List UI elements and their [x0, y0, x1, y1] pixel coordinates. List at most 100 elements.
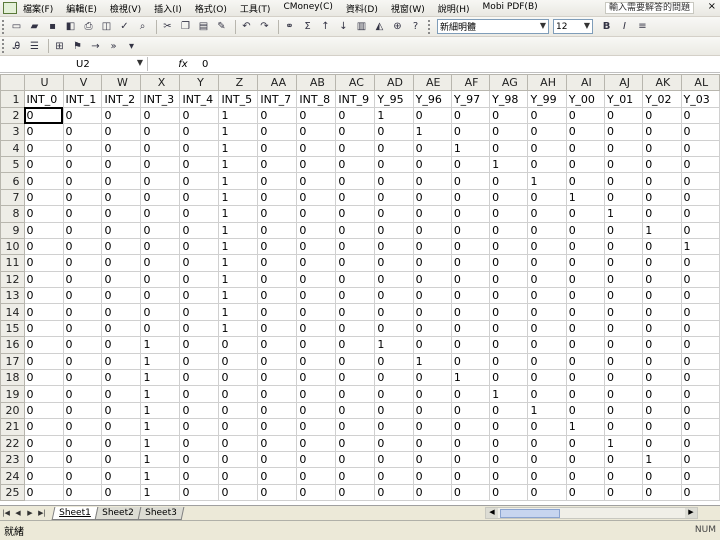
grid-cell[interactable]: 0: [179, 188, 220, 207]
grid-cell[interactable]: 0: [527, 270, 567, 289]
font-size-select[interactable]: 12 ▼: [553, 19, 593, 34]
grid-cell[interactable]: 0: [412, 205, 452, 223]
grid-cell[interactable]: 0: [374, 123, 414, 141]
print-icon[interactable]: ⎙: [81, 19, 96, 34]
grid-cell[interactable]: 0: [642, 434, 682, 452]
grid-cell[interactable]: 0: [23, 352, 64, 371]
grid-cell[interactable]: 0: [603, 237, 644, 256]
grid-cell[interactable]: 0: [412, 221, 452, 239]
grid-cell[interactable]: 0: [140, 123, 181, 141]
grid-cell[interactable]: 0: [140, 254, 181, 272]
sheet-tab[interactable]: Sheet2: [94, 506, 141, 520]
grid-cell[interactable]: 0: [62, 385, 103, 403]
grid-cell[interactable]: 0: [257, 336, 298, 354]
grid-cell[interactable]: 0: [23, 434, 64, 452]
grid-cell[interactable]: 1: [218, 254, 259, 272]
grid-cell[interactable]: 1: [565, 418, 605, 436]
grid-cell[interactable]: 0: [374, 188, 414, 207]
grid-cell[interactable]: 0: [527, 352, 567, 371]
zoom-icon[interactable]: ⊕: [390, 19, 405, 34]
grid-cell[interactable]: 0: [257, 139, 298, 157]
grid-cell[interactable]: 0: [680, 270, 720, 289]
grid-cell[interactable]: 0: [565, 205, 605, 223]
grid-cell[interactable]: 0: [62, 106, 103, 125]
grid-cell[interactable]: 1: [642, 450, 682, 469]
grid-cell[interactable]: 0: [140, 205, 181, 223]
grid-cell[interactable]: 0: [335, 172, 376, 190]
grid-cell[interactable]: 0: [23, 483, 64, 502]
column-header[interactable]: X: [140, 74, 181, 92]
first-sheet-icon[interactable]: |◀: [0, 509, 12, 517]
bold-button[interactable]: B: [599, 19, 614, 34]
grid-cell[interactable]: 0: [603, 106, 644, 125]
grid-cell[interactable]: 1: [218, 319, 259, 338]
column-header[interactable]: AI: [565, 74, 605, 92]
grid-cell[interactable]: 0: [603, 319, 644, 338]
grid-cell[interactable]: 0: [296, 139, 337, 157]
sheet-tab[interactable]: Sheet1: [51, 506, 99, 520]
align-left-icon[interactable]: ≡: [635, 19, 650, 34]
grid-cell[interactable]: 0: [489, 172, 529, 190]
grid-cell[interactable]: 0: [179, 270, 220, 289]
grid-cell[interactable]: 0: [603, 270, 644, 289]
grid-cell[interactable]: 0: [257, 352, 298, 371]
grid-cell[interactable]: Y_98: [489, 90, 529, 108]
grid-cell[interactable]: 0: [257, 270, 298, 289]
grid-cell[interactable]: 0: [101, 303, 142, 321]
grid-cell[interactable]: 0: [642, 188, 682, 207]
grid-cell[interactable]: 0: [179, 401, 220, 420]
grid-cell[interactable]: 0: [335, 401, 376, 420]
grid-cell[interactable]: 0: [218, 401, 259, 420]
grid-cell[interactable]: 0: [218, 336, 259, 354]
grid-cell[interactable]: 0: [374, 401, 414, 420]
grid-cell[interactable]: 0: [680, 172, 720, 190]
grid-cell[interactable]: 0: [680, 221, 720, 239]
grid-cell[interactable]: 0: [527, 155, 567, 174]
grid-cell[interactable]: 0: [101, 483, 142, 502]
chevron-down-icon[interactable]: ▼: [137, 58, 143, 67]
grid-cell[interactable]: 0: [257, 106, 298, 125]
grid-cell[interactable]: 0: [335, 418, 376, 436]
grid-cell[interactable]: Y_97: [450, 90, 491, 108]
grid-cell[interactable]: 0: [565, 155, 605, 174]
grid-cell[interactable]: 0: [603, 221, 644, 239]
grid-cell[interactable]: 0: [374, 221, 414, 239]
grid-cell[interactable]: 0: [565, 336, 605, 354]
grid-cell[interactable]: 1: [218, 172, 259, 190]
grid-cell[interactable]: 0: [374, 139, 414, 157]
grid-cell[interactable]: 0: [412, 287, 452, 305]
grid-cell[interactable]: 0: [101, 188, 142, 207]
row-header[interactable]: 15: [0, 319, 25, 338]
grid-cell[interactable]: 0: [335, 123, 376, 141]
grid-cell[interactable]: 0: [642, 352, 682, 371]
column-header[interactable]: AF: [450, 74, 491, 92]
grid-cell[interactable]: 0: [565, 369, 605, 387]
grid-cell[interactable]: 0: [179, 434, 220, 452]
menu-item[interactable]: 格式(O): [195, 2, 227, 15]
grid-cell[interactable]: 0: [527, 483, 567, 502]
grid-cell[interactable]: 1: [218, 287, 259, 305]
grid-cell[interactable]: 0: [101, 205, 142, 223]
grid-cell[interactable]: 1: [680, 237, 720, 256]
grid-cell[interactable]: 0: [642, 123, 682, 141]
grid-cell[interactable]: 0: [489, 123, 529, 141]
toolbar-grip[interactable]: [428, 19, 432, 34]
grid-cell[interactable]: 0: [296, 270, 337, 289]
grid-cell[interactable]: 0: [296, 303, 337, 321]
grid-cell[interactable]: 0: [374, 205, 414, 223]
help-search-input[interactable]: 輸入需要解答的問題: [604, 2, 694, 14]
grid-cell[interactable]: 0: [335, 385, 376, 403]
grid-cell[interactable]: 0: [450, 352, 491, 371]
grid-cell[interactable]: 1: [374, 106, 414, 125]
grid-cell[interactable]: 0: [642, 303, 682, 321]
grid-cell[interactable]: 1: [412, 123, 452, 141]
grid-cell[interactable]: 0: [527, 450, 567, 469]
menu-item[interactable]: 檢視(V): [110, 2, 141, 15]
permission-icon[interactable]: ◧: [63, 19, 78, 34]
grid-cell[interactable]: 0: [489, 483, 529, 502]
column-header[interactable]: AD: [374, 74, 414, 92]
close-icon[interactable]: ×: [708, 1, 716, 12]
grid-cell[interactable]: 0: [140, 188, 181, 207]
grid-cell[interactable]: 0: [642, 467, 682, 485]
grid-cell[interactable]: 1: [218, 303, 259, 321]
